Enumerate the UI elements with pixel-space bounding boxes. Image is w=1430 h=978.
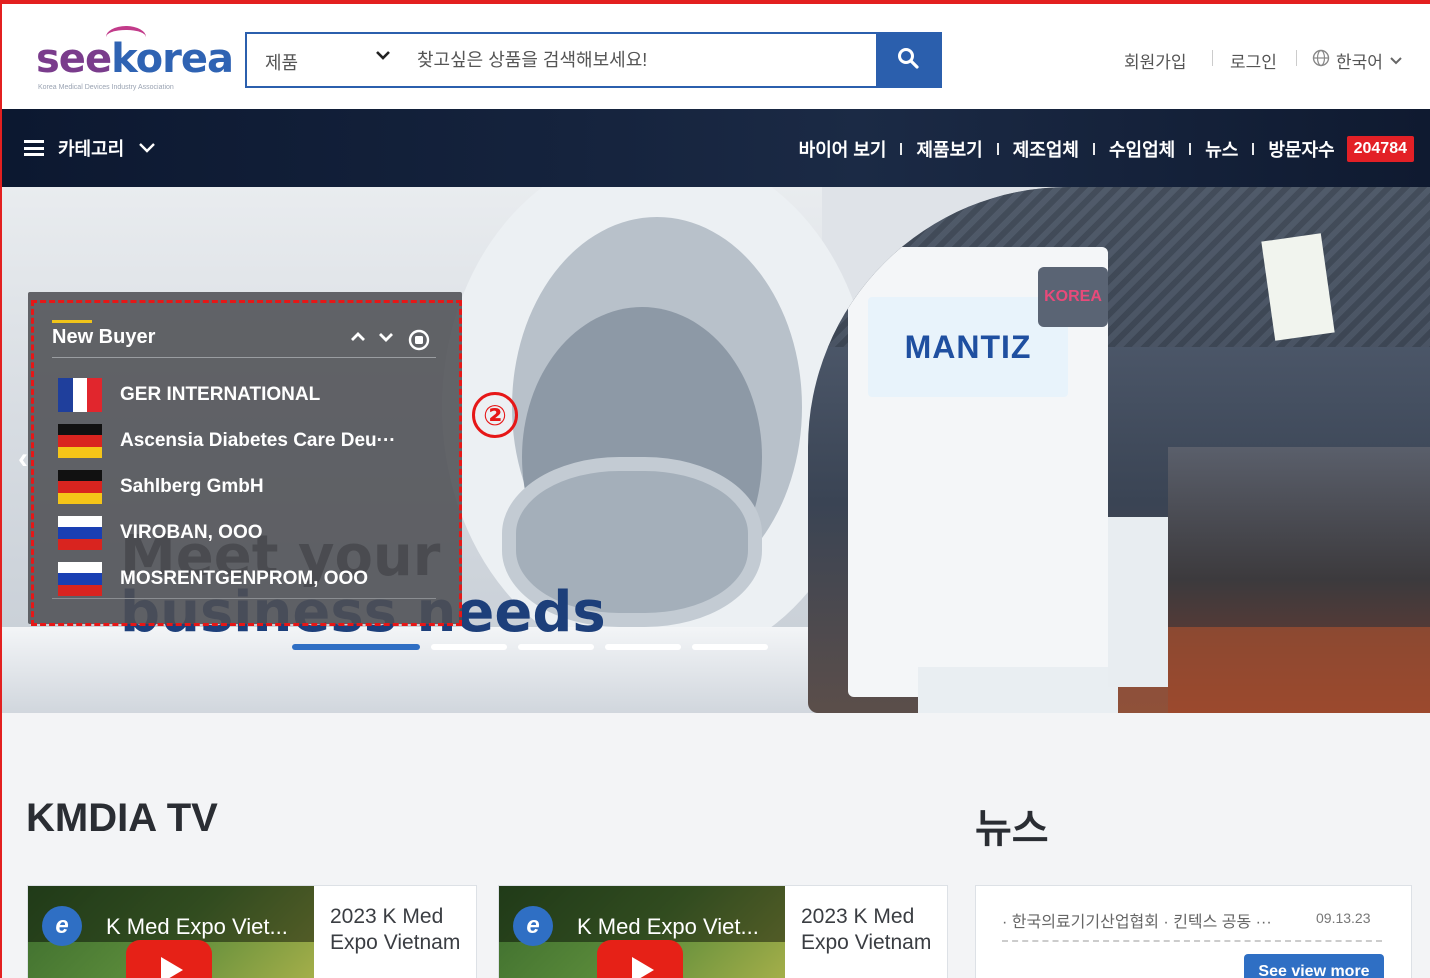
news-item-date: 09.13.23 (1316, 910, 1371, 926)
search-input[interactable] (417, 44, 867, 76)
channel-logo-icon: e (513, 906, 553, 946)
nav-divider (1189, 143, 1192, 155)
booth-wall (1108, 517, 1168, 687)
new-buyer-title: New Buyer (52, 326, 156, 348)
buyer-title-accent (52, 320, 92, 323)
buyer-name: Ascensia Diabetes Care Deu··· (120, 430, 396, 451)
play-icon[interactable] (597, 940, 683, 978)
logo-wordmark: seekorea (36, 36, 234, 82)
nav-link-buyers[interactable]: 바이어 보기 (799, 136, 887, 162)
video-card[interactable]: e K Med Expo Viet... 2023 K Med Expo Vie… (498, 885, 948, 978)
new-buyer-panel: New Buyer GER INTERNATIONAL Ascensia Dia… (28, 292, 462, 624)
buyer-header-divider (52, 357, 436, 358)
language-label: 한국어 (1336, 53, 1383, 72)
chevron-up-icon[interactable] (350, 330, 366, 347)
booth-korea-sign: KOREA (1038, 267, 1108, 327)
buyer-name: MOSRENTGENPROM, OOO (120, 568, 369, 589)
germany-flag-icon (58, 424, 102, 458)
play-icon[interactable] (126, 940, 212, 978)
nav-divider (1092, 143, 1095, 155)
video-thumbnail[interactable]: e K Med Expo Viet... (499, 886, 785, 978)
see-more-button[interactable]: See view more (1244, 954, 1384, 978)
search-icon (897, 47, 919, 74)
chevron-down-icon[interactable] (375, 48, 391, 66)
globe-icon (1312, 49, 1330, 72)
news-divider (1002, 940, 1382, 942)
nav-links: 바이어 보기 제품보기 제조업체 수입업체 뉴스 방문자수 204784 (799, 136, 1414, 162)
visitor-count-badge: 204784 (1346, 136, 1414, 162)
germany-flag-icon (58, 470, 102, 504)
nav-link-products[interactable]: 제품보기 (916, 136, 982, 162)
slide-dot-3[interactable] (518, 644, 594, 650)
channel-logo-icon: e (42, 906, 82, 946)
buyer-name: Sahlberg GmbH (120, 476, 264, 497)
language-select[interactable]: 한국어 (1312, 48, 1403, 73)
chevron-down-icon (138, 138, 156, 159)
slide-dot-4[interactable] (605, 644, 681, 650)
main-nav: 카테고리 바이어 보기 제품보기 제조업체 수입업체 뉴스 방문자수 20478… (2, 109, 1430, 187)
search-button[interactable] (876, 34, 940, 86)
slider-pagination (292, 644, 768, 650)
site-header: seekorea Korea Medical Devices Industry … (2, 4, 1430, 109)
login-link[interactable]: 로그인 (1230, 48, 1277, 73)
hero-image-expo: MANTIZ KOREA (808, 187, 1430, 713)
buyer-list-item[interactable]: Sahlberg GmbH (58, 468, 264, 506)
nav-link-visitors: 방문자수 (1268, 140, 1335, 160)
pause-icon[interactable] (408, 329, 430, 355)
video-thumb-title: K Med Expo Viet... (106, 914, 288, 939)
hamburger-icon (24, 140, 44, 156)
booth-counter (918, 667, 1118, 713)
buyer-list-item[interactable]: GER INTERNATIONAL (58, 376, 320, 414)
slide-dot-2[interactable] (431, 644, 507, 650)
buyer-list-item[interactable]: Ascensia Diabetes Care Deu··· (58, 422, 396, 460)
video-caption: 2023 K Med Expo Vietnam (801, 905, 932, 954)
util-divider (1296, 50, 1297, 66)
france-flag-icon (58, 378, 103, 412)
chevron-down-icon (1389, 51, 1403, 71)
seekorea-logo[interactable]: seekorea Korea Medical Devices Industry … (36, 26, 234, 96)
buyer-list-item[interactable]: MOSRENTGENPROM, OOO (58, 560, 368, 598)
buyer-footer-divider (52, 598, 436, 599)
buyer-name: VIROBAN, OOO (120, 522, 263, 543)
video-thumbnail[interactable]: e K Med Expo Viet... (28, 886, 314, 978)
kmdia-tv-title: KMDIA TV (26, 796, 218, 840)
annotation-number-badge: ② (472, 392, 518, 438)
util-divider (1212, 50, 1213, 66)
slide-dot-5[interactable] (692, 644, 768, 650)
news-title: 뉴스 (975, 807, 1049, 851)
video-card[interactable]: e K Med Expo Viet... 2023 K Med Expo Vie… (27, 885, 477, 978)
nav-divider (1252, 143, 1255, 155)
video-caption: 2023 K Med Expo Vietnam (330, 905, 461, 954)
signup-link[interactable]: 회원가입 (1124, 48, 1187, 73)
buyer-name: GER INTERNATIONAL (120, 384, 321, 405)
search-category-select[interactable]: 제품 (265, 49, 298, 75)
nav-link-manufacturers[interactable]: 제조업체 (1013, 136, 1079, 162)
nav-divider (996, 143, 999, 155)
nav-link-importers[interactable]: 수입업체 (1109, 136, 1175, 162)
news-box: · 한국의료기기산업협회 · 킨텍스 공동 ··· 09.13.23 See v… (975, 885, 1412, 978)
category-menu-button[interactable]: 카테고리 (24, 135, 156, 161)
prev-arrow-icon[interactable]: ‹ (18, 442, 28, 476)
logo-subtitle: Korea Medical Devices Industry Associati… (38, 84, 174, 91)
slide-dot-1[interactable] (292, 644, 420, 650)
news-item-title[interactable]: · 한국의료기기산업협회 · 킨텍스 공동 ··· (1002, 908, 1272, 932)
search-bar: 제품 (245, 32, 942, 88)
nav-link-news[interactable]: 뉴스 (1205, 136, 1238, 162)
category-label: 카테고리 (58, 139, 125, 159)
russia-flag-icon (58, 516, 102, 550)
russia-flag-icon (58, 562, 102, 596)
chevron-down-icon[interactable] (378, 330, 394, 347)
video-thumb-title: K Med Expo Viet... (577, 914, 759, 939)
buyer-list-item[interactable]: VIROBAN, OOO (58, 514, 263, 552)
nav-divider (900, 143, 903, 155)
